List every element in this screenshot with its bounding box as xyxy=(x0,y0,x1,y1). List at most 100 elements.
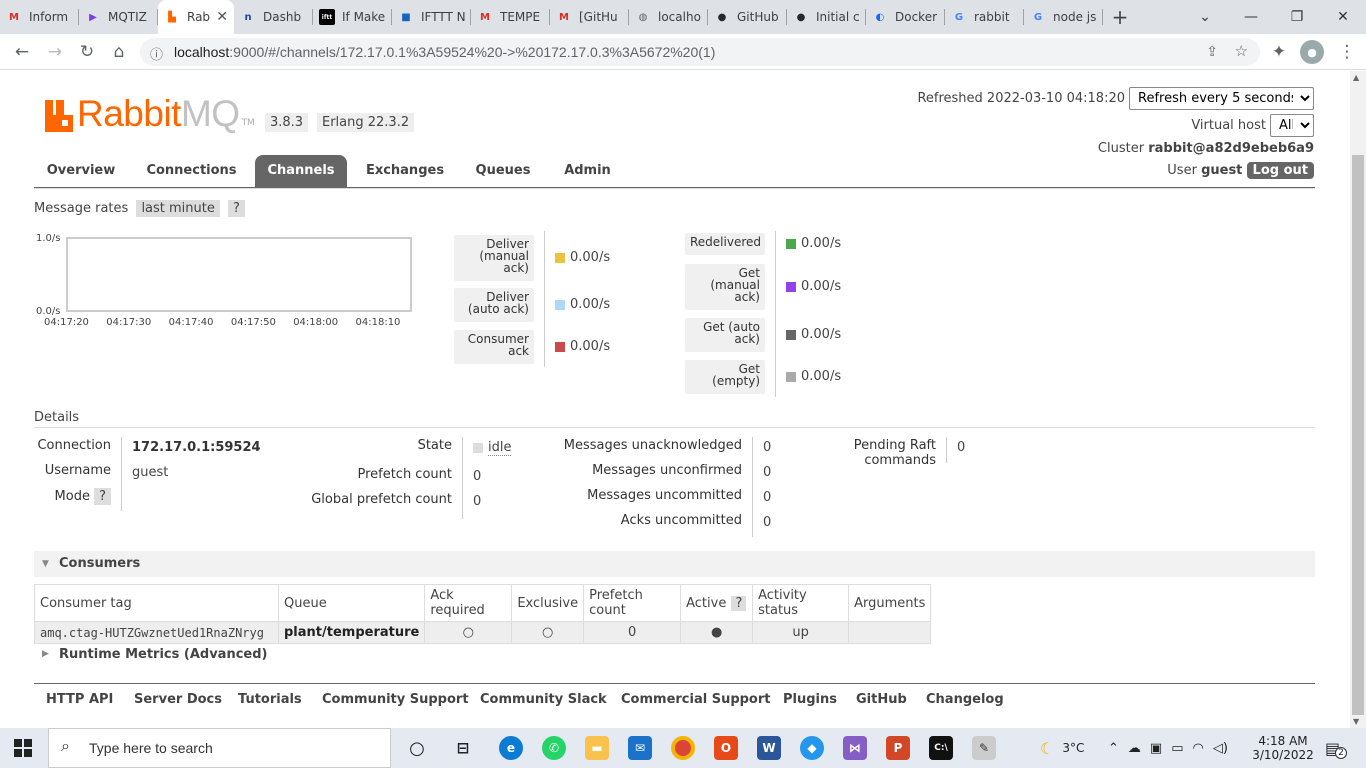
device-icon[interactable]: ▣ xyxy=(1150,741,1162,756)
footer-link-http-api[interactable]: HTTP API xyxy=(46,692,113,707)
task-view-icon[interactable]: ⊟ xyxy=(451,736,475,760)
url-bar[interactable]: ⓘ localhost:9000/#/channels/172.17.0.1%3… xyxy=(140,38,1260,66)
volume-icon[interactable]: ◁) xyxy=(1213,741,1228,756)
rates-period-toggle[interactable]: last minute xyxy=(136,200,220,217)
footer-link-community-support[interactable]: Community Support xyxy=(322,692,469,707)
chrome-icon[interactable] xyxy=(671,736,695,760)
bookmark-star-icon[interactable]: ☆ xyxy=(1235,42,1248,60)
new-tab-icon[interactable]: + xyxy=(1103,5,1137,29)
taskbar-search-input[interactable]: ⌕ Type here to search xyxy=(48,728,391,768)
forward-icon[interactable]: → xyxy=(43,40,67,64)
weather-temp: 3°C xyxy=(1062,741,1085,755)
browser-tab[interactable]: n Dashb xyxy=(234,0,313,34)
browser-tab[interactable]: iftt If Make xyxy=(313,0,392,34)
mail-icon[interactable]: ✉ xyxy=(628,736,652,760)
tab-connections[interactable]: Connections xyxy=(134,155,249,187)
chart-x-tick: 04:18:10 xyxy=(355,317,401,328)
queue-link[interactable]: plant/temperature xyxy=(277,621,426,644)
word-icon[interactable]: W xyxy=(757,736,781,760)
wifi-icon[interactable]: ◠ xyxy=(1193,741,1204,756)
active-help-icon[interactable]: ? xyxy=(731,595,747,611)
browser-tab-label: node js xyxy=(1053,10,1097,24)
footer-link-community-slack[interactable]: Community Slack xyxy=(480,692,607,707)
office-icon[interactable]: O xyxy=(714,736,738,760)
browser-tab[interactable]: Grabbit xyxy=(945,0,1024,34)
paint-icon[interactable]: ✎ xyxy=(972,736,996,760)
browser-tab[interactable]: ● Initial c xyxy=(787,0,866,34)
extensions-icon[interactable]: ✦ xyxy=(1267,40,1291,64)
visual-studio-icon[interactable]: ⋈ xyxy=(843,736,867,760)
footer-link-github[interactable]: GitHub xyxy=(856,692,907,707)
whatsapp-icon[interactable]: ✆ xyxy=(542,736,566,760)
page-scrollbar[interactable]: ▲ ▼ xyxy=(1350,71,1366,728)
legend-toggle-button[interactable]: Get (empty) xyxy=(685,360,765,394)
weather-widget[interactable]: ☾ 3°C xyxy=(1040,728,1084,768)
close-window-icon[interactable]: ✕ xyxy=(1320,0,1366,34)
footer-link-commercial-support[interactable]: Commercial Support xyxy=(621,692,771,707)
browser-tab[interactable]: ◍ localho xyxy=(629,0,708,34)
browser-tab[interactable]: ● GitHub xyxy=(708,0,787,34)
browser-tab[interactable]: ◐ Docker xyxy=(866,0,945,34)
docker-desktop-icon[interactable]: ◆ xyxy=(800,736,824,760)
maximize-icon[interactable]: ❐ xyxy=(1274,0,1320,34)
mode-help-icon[interactable]: ? xyxy=(94,488,111,505)
browser-tab[interactable]: Gnode js xyxy=(1024,0,1103,34)
cortana-icon[interactable]: ○ xyxy=(405,736,429,760)
legend-toggle-button[interactable]: Consumer ack xyxy=(454,330,534,364)
legend-rate-value: 0.00/s xyxy=(786,236,841,251)
clock[interactable]: 4:18 AM 3/10/2022 xyxy=(1252,728,1314,768)
consumers-section-header[interactable]: ▼ Consumers xyxy=(34,551,1315,577)
legend-toggle-button[interactable]: Get (manual ack) xyxy=(685,264,765,310)
reload-icon[interactable]: ↻ xyxy=(75,40,99,64)
edge-icon[interactable]: e xyxy=(499,736,523,760)
profile-avatar[interactable]: ● xyxy=(1300,40,1324,64)
scroll-up-arrow-icon[interactable]: ▲ xyxy=(1353,73,1359,82)
rates-help-icon[interactable]: ? xyxy=(228,200,245,217)
share-icon[interactable]: ⇪ xyxy=(1206,43,1218,60)
legend-toggle-button[interactable]: Redelivered xyxy=(685,233,765,255)
back-icon[interactable]: ← xyxy=(10,40,34,64)
tab-overview[interactable]: Overview xyxy=(34,155,128,187)
footer-link-server-docs[interactable]: Server Docs xyxy=(134,692,222,707)
legend-toggle-button[interactable]: Get (auto ack) xyxy=(685,318,765,352)
powerpoint-icon[interactable]: P xyxy=(886,736,910,760)
file-explorer-icon[interactable]: ▬ xyxy=(585,736,609,760)
terminal-icon[interactable]: C:\ xyxy=(929,736,953,760)
footer-link-plugins[interactable]: Plugins xyxy=(783,692,837,707)
notifications-icon[interactable]: ▤ 2 xyxy=(1325,728,1347,768)
runtime-metrics-section-header[interactable]: ▶ Runtime Metrics (Advanced) xyxy=(34,647,267,662)
tab-search-icon[interactable]: ⌄ xyxy=(1182,0,1228,34)
tab-exchanges[interactable]: Exchanges xyxy=(354,155,456,187)
legend-swatch xyxy=(786,329,796,340)
footer-link-changelog[interactable]: Changelog xyxy=(926,692,1004,707)
browser-tab[interactable]: ▙ Rab ✕ xyxy=(158,0,234,34)
uncommitted-value: 0 xyxy=(763,490,772,505)
main-nav-tabs: Overview Connections Channels Exchanges … xyxy=(34,155,1315,188)
divider xyxy=(775,231,776,397)
footer-link-tutorials[interactable]: Tutorials xyxy=(238,692,302,707)
browser-tab[interactable]: M Inform xyxy=(0,0,79,34)
onedrive-icon[interactable]: ☁ xyxy=(1128,741,1141,756)
show-hidden-icons-icon[interactable]: ⌃ xyxy=(1108,741,1119,756)
close-tab-icon[interactable]: ✕ xyxy=(216,9,228,25)
browser-tab[interactable]: M TEMPE xyxy=(471,0,550,34)
connection-link[interactable]: 172.17.0.1:59524 xyxy=(132,440,261,455)
legend-toggle-button[interactable]: Deliver (auto ack) xyxy=(454,288,534,322)
vhost-select[interactable]: All xyxy=(1270,114,1314,137)
tab-admin[interactable]: Admin xyxy=(551,155,624,187)
scrollbar-thumb[interactable] xyxy=(1352,155,1364,715)
scroll-down-arrow-icon[interactable]: ▼ xyxy=(1353,717,1359,726)
windows-start-icon[interactable] xyxy=(14,739,32,757)
browser-tab[interactable]: ■ IFTTT N xyxy=(392,0,471,34)
battery-icon[interactable]: ▭ xyxy=(1171,741,1183,756)
tab-channels[interactable]: Channels xyxy=(255,155,347,187)
browser-menu-icon[interactable]: ⋮ xyxy=(1335,40,1359,64)
refresh-interval-select[interactable]: Refresh every 5 seconds xyxy=(1129,87,1314,110)
minimize-icon[interactable]: — xyxy=(1228,0,1274,34)
site-info-icon[interactable]: ⓘ xyxy=(150,44,163,63)
browser-tab[interactable]: ▶ MQTIZ xyxy=(79,0,158,34)
browser-tab[interactable]: M [GitHu xyxy=(550,0,629,34)
legend-toggle-button[interactable]: Deliver (manual ack) xyxy=(454,235,534,281)
home-icon[interactable]: ⌂ xyxy=(107,40,131,64)
tab-queues[interactable]: Queues xyxy=(464,155,542,187)
